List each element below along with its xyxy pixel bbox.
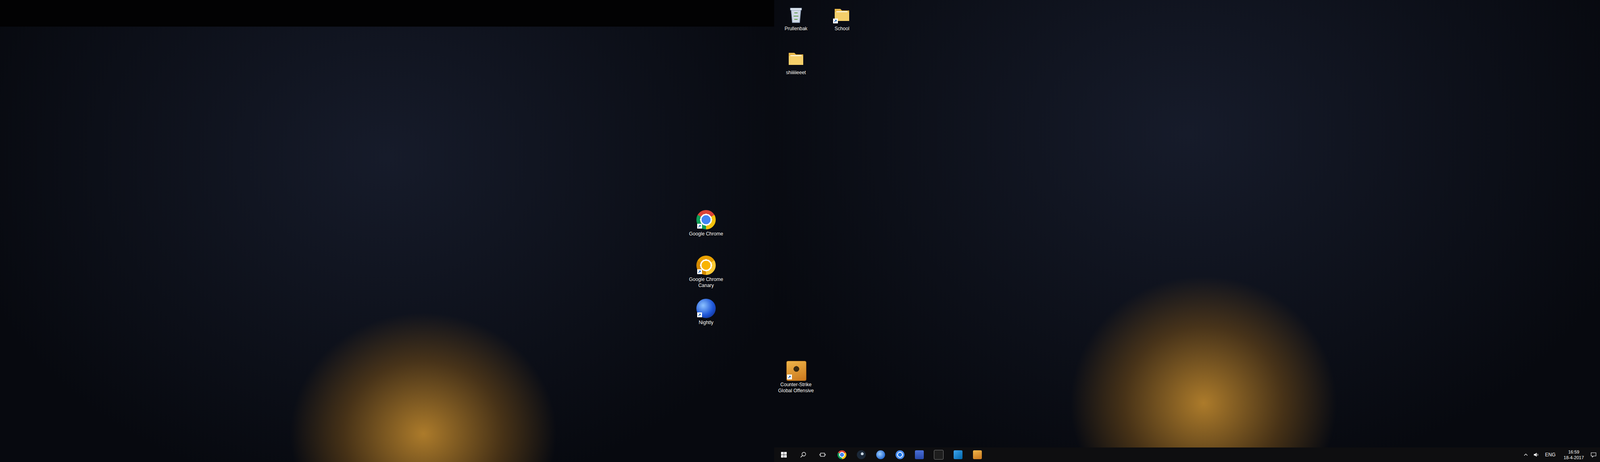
icon-label: Google Chrome Canary: [686, 276, 726, 289]
shortcut-arrow-icon: [787, 374, 792, 380]
chrome-icon: [837, 450, 847, 460]
taskbar-button[interactable]: [851, 447, 871, 462]
thunderbird-icon: [876, 450, 886, 460]
recycle-bin-icon: [786, 4, 806, 25]
taskbar-button[interactable]: [948, 447, 968, 462]
icon-label: Google Chrome: [686, 231, 726, 238]
clock-time: 16:59: [1568, 449, 1580, 455]
system-tray: ENG16:5918-4-2017: [1518, 447, 1600, 462]
chevron-up-icon[interactable]: [1522, 451, 1530, 459]
icon-label: Prullenbak: [776, 25, 816, 32]
search-icon: [800, 451, 807, 459]
clock[interactable]: 16:5918-4-2017: [1561, 449, 1587, 461]
steam-icon: [856, 450, 866, 460]
taskbar-button[interactable]: [967, 447, 988, 462]
desktop-icon[interactable]: Google Chrome Canary: [686, 254, 726, 290]
clock-date: 18-4-2017: [1563, 454, 1584, 461]
desktop-icon[interactable]: shiiiiieeet: [776, 47, 816, 77]
desktop-screen: Google Chrome Google Chrome Canary Nightly…: [0, 0, 1600, 462]
taskbar-button[interactable]: [832, 447, 852, 462]
icon-label: School: [822, 25, 862, 32]
taskbar-button[interactable]: [793, 447, 813, 462]
right-monitor: Prullenbak School shiiiiieeet Counter-Strik…: [774, 0, 1600, 462]
action-center-icon[interactable]: [1590, 451, 1597, 459]
desktop-icon[interactable]: Nightly: [686, 297, 726, 327]
taskbar-button[interactable]: [812, 447, 833, 462]
wallpaper: Prullenbak School shiiiiieeet Counter-Strik…: [774, 0, 1600, 448]
language-indicator[interactable]: ENG: [1543, 452, 1558, 458]
taskbar-apps: [774, 447, 988, 462]
windows-logo-icon: [780, 451, 788, 459]
explorer-icon: [914, 450, 924, 460]
desktop-icon[interactable]: Prullenbak: [776, 4, 816, 33]
taskbar: ENG16:5918-4-2017: [774, 447, 1600, 462]
vscode-icon: [953, 450, 963, 460]
desktop-icon[interactable]: School: [822, 4, 862, 33]
left-monitor: Google Chrome Google Chrome Canary Nightly: [0, 0, 775, 462]
shortcut-arrow-icon: [697, 312, 703, 318]
speaker-icon[interactable]: [1533, 451, 1540, 459]
chrome-blue-icon: [895, 450, 905, 460]
taskbar-button[interactable]: [774, 447, 794, 462]
black-strip: [0, 0, 775, 27]
task-view-icon: [819, 451, 826, 459]
desktop-icon[interactable]: Counter-Strike Global Offensive: [776, 360, 816, 395]
taskbar-button[interactable]: [929, 447, 949, 462]
icon-label: shiiiiieeet: [776, 69, 816, 76]
taskbar-button[interactable]: [909, 447, 930, 462]
taskbar-button[interactable]: [890, 447, 910, 462]
shortcut-arrow-icon: [697, 269, 703, 275]
shortcut-arrow-icon: [833, 18, 838, 24]
folder-icon: [786, 48, 806, 69]
desktop-icon[interactable]: Google Chrome: [686, 209, 726, 238]
terminal-icon: [933, 450, 944, 460]
csgo-icon: [972, 450, 982, 460]
taskbar-button[interactable]: [870, 447, 891, 462]
wallpaper: Google Chrome Google Chrome Canary Nightly: [0, 26, 775, 462]
icon-label: Counter-Strike Global Offensive: [776, 381, 816, 394]
icon-label: Nightly: [686, 319, 726, 326]
shortcut-arrow-icon: [697, 223, 703, 229]
